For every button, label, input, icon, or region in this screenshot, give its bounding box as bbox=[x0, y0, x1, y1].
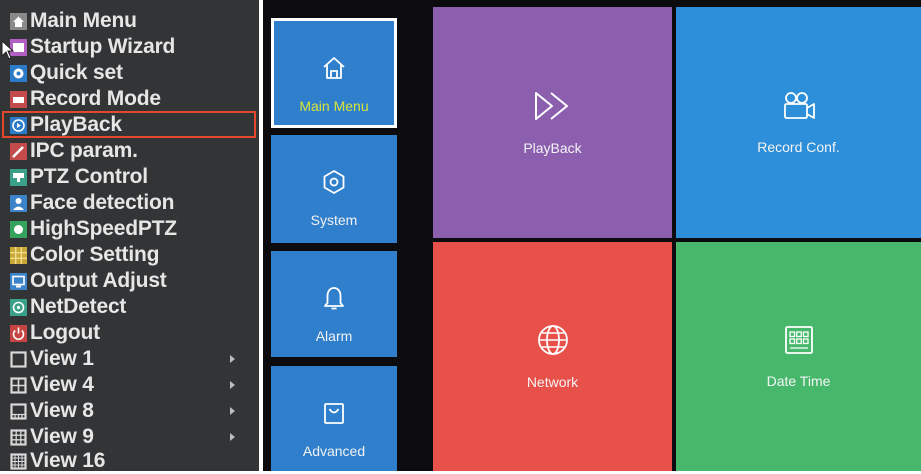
nav-tile-alarm[interactable]: Alarm bbox=[271, 251, 397, 357]
menu-item-label: Quick set bbox=[30, 61, 123, 84]
menu-item-label: NetDetect bbox=[30, 295, 127, 318]
menu-item-label: View 16 bbox=[30, 449, 106, 472]
menu-item-label: Main Menu bbox=[30, 9, 137, 32]
bag-icon bbox=[321, 400, 347, 431]
tile-record-conf[interactable]: Record Conf. bbox=[676, 7, 921, 238]
submenu-arrow-icon bbox=[230, 407, 235, 415]
menu-item-label: Startup Wizard bbox=[30, 35, 176, 58]
view-9-icon bbox=[10, 428, 27, 446]
nav-tile-label: Main Menu bbox=[299, 98, 369, 114]
tile-label: PlayBack bbox=[523, 140, 582, 156]
nav-tile-label: System bbox=[310, 212, 358, 228]
tile-playback[interactable]: PlayBack bbox=[433, 7, 672, 238]
record-icon bbox=[10, 90, 27, 108]
menu-item-label: Output Adjust bbox=[30, 269, 167, 292]
ipc-icon bbox=[10, 142, 27, 160]
menu-item-view-9[interactable]: View 9 bbox=[10, 424, 255, 450]
menu-item-face-detection[interactable]: Face detection bbox=[10, 190, 255, 216]
menu-item-color-setting[interactable]: Color Setting bbox=[10, 242, 255, 268]
output-adjust-icon bbox=[10, 272, 27, 290]
menu-item-main-menu[interactable]: Main Menu bbox=[10, 8, 255, 34]
menu-item-view-16[interactable]: View 16 bbox=[10, 448, 255, 474]
view-16-icon bbox=[10, 452, 27, 470]
view-4-icon bbox=[10, 376, 27, 394]
bell-icon bbox=[321, 285, 347, 316]
menu-item-view-4[interactable]: View 4 bbox=[10, 372, 255, 398]
home-icon bbox=[321, 55, 347, 86]
menu-item-label: PTZ Control bbox=[30, 165, 148, 188]
gear-icon bbox=[321, 169, 347, 200]
submenu-arrow-icon bbox=[230, 433, 235, 441]
submenu-arrow-icon bbox=[230, 381, 235, 389]
fast-forward-icon bbox=[532, 89, 574, 128]
menu-item-label: View 8 bbox=[30, 399, 94, 422]
menu-item-view-8[interactable]: View 8 bbox=[10, 398, 255, 424]
menu-item-label: View 4 bbox=[30, 373, 94, 396]
netdetect-icon bbox=[10, 298, 27, 316]
nav-tile-main-menu[interactable]: Main Menu bbox=[271, 18, 397, 128]
quick-set-icon bbox=[10, 64, 27, 82]
menu-item-label: View 1 bbox=[30, 347, 94, 370]
tile-label: Record Conf. bbox=[757, 139, 840, 155]
context-menu: Main Menu Startup Wizard Quick set Recor… bbox=[0, 0, 259, 474]
menu-item-label: IPC param. bbox=[30, 139, 138, 162]
ptz-icon bbox=[10, 168, 27, 186]
menu-item-label: Logout bbox=[30, 321, 100, 344]
menu-item-label: View 9 bbox=[30, 425, 94, 448]
logout-icon bbox=[10, 324, 27, 342]
menu-item-ipc-param[interactable]: IPC param. bbox=[10, 138, 255, 164]
view-1-icon bbox=[10, 350, 27, 368]
main-menu-panel: Main Menu System Alarm Advanced PlayBack… bbox=[263, 0, 921, 471]
highspeed-ptz-icon bbox=[10, 220, 27, 238]
tile-network[interactable]: Network bbox=[433, 242, 672, 471]
menu-item-highspeedptz[interactable]: HighSpeedPTZ bbox=[10, 216, 255, 242]
menu-item-quick-set[interactable]: Quick set bbox=[10, 60, 255, 86]
nav-tile-advanced[interactable]: Advanced bbox=[271, 366, 397, 471]
menu-item-output-adjust[interactable]: Output Adjust bbox=[10, 268, 255, 294]
face-detection-icon bbox=[10, 194, 27, 212]
menu-item-record-mode[interactable]: Record Mode bbox=[10, 86, 255, 112]
home-icon bbox=[10, 12, 27, 30]
menu-item-label: Face detection bbox=[30, 191, 175, 214]
tile-label: Network bbox=[526, 374, 579, 390]
menu-item-netdetect[interactable]: NetDetect bbox=[10, 294, 255, 320]
nav-tile-system[interactable]: System bbox=[271, 135, 397, 243]
menu-item-view-1[interactable]: View 1 bbox=[10, 346, 255, 372]
video-camera-icon bbox=[781, 90, 817, 127]
nav-tile-label: Advanced bbox=[302, 443, 366, 459]
color-setting-icon bbox=[10, 246, 27, 264]
menu-item-label: HighSpeedPTZ bbox=[30, 217, 177, 240]
menu-item-label: Color Setting bbox=[30, 243, 160, 266]
globe-icon bbox=[536, 323, 570, 362]
calendar-icon bbox=[783, 324, 815, 361]
submenu-arrow-icon bbox=[230, 355, 235, 363]
tile-label: Date Time bbox=[766, 373, 831, 389]
menu-item-logout[interactable]: Logout bbox=[10, 320, 255, 346]
menu-item-startup-wizard[interactable]: Startup Wizard bbox=[10, 34, 255, 60]
tile-date-time[interactable]: Date Time bbox=[676, 242, 921, 471]
view-8-icon bbox=[10, 402, 27, 420]
menu-item-ptz-control[interactable]: PTZ Control bbox=[10, 164, 255, 190]
menu-item-label: Record Mode bbox=[30, 87, 161, 110]
nav-tile-label: Alarm bbox=[315, 328, 353, 344]
mouse-cursor-icon bbox=[1, 40, 15, 60]
playback-highlight-box bbox=[2, 111, 256, 138]
